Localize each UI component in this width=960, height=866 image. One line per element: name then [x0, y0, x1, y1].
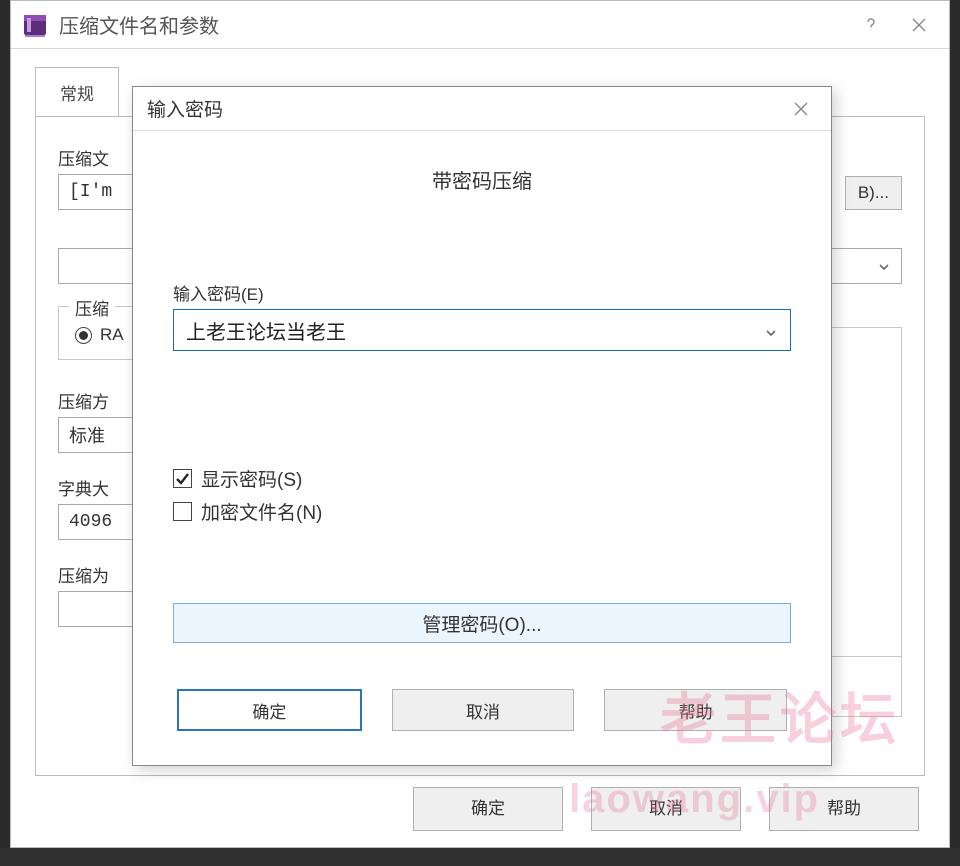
- close-icon[interactable]: [895, 5, 943, 45]
- help-icon[interactable]: [847, 5, 895, 45]
- parent-ok-button[interactable]: 确定: [413, 787, 563, 831]
- password-help-button[interactable]: 帮助: [604, 689, 787, 731]
- encrypt-names-label: 加密文件名(N): [201, 498, 322, 525]
- password-titlebar: 输入密码: [133, 87, 831, 131]
- parent-cancel-button[interactable]: 取消: [591, 787, 741, 831]
- tab-general[interactable]: 常规: [35, 67, 119, 117]
- format-rar-label: RA: [100, 325, 124, 345]
- checkbox-icon: [173, 502, 192, 521]
- password-value: 上老王论坛当老王: [186, 316, 764, 345]
- dialog-title: 压缩文件名和参数: [59, 10, 847, 39]
- radio-icon: [75, 327, 92, 344]
- close-icon[interactable]: [777, 89, 825, 129]
- archive-name-value: [I'm: [69, 182, 112, 202]
- chevron-down-icon: [877, 259, 891, 273]
- password-cancel-button[interactable]: 取消: [392, 689, 575, 731]
- password-ok-button[interactable]: 确定: [177, 689, 362, 731]
- dict-value: 4096: [69, 512, 112, 532]
- checkbox-icon: [173, 469, 192, 488]
- password-input[interactable]: 上老王论坛当老王: [173, 309, 791, 351]
- password-dialog: 输入密码 带密码压缩 输入密码(E) 上老王论坛当老王 显示密码(S) 加密文件…: [132, 86, 832, 766]
- show-password-checkbox[interactable]: 显示密码(S): [173, 465, 791, 492]
- format-group-label: 压缩: [69, 295, 115, 320]
- method-value: 标准: [69, 422, 105, 448]
- password-title: 输入密码: [147, 95, 777, 122]
- browse-button[interactable]: B)...: [845, 176, 902, 210]
- chevron-down-icon: [764, 323, 778, 337]
- show-password-label: 显示密码(S): [201, 465, 302, 492]
- winrar-icon: [21, 11, 49, 39]
- parent-help-button[interactable]: 帮助: [769, 787, 919, 831]
- password-heading: 带密码压缩: [151, 165, 813, 194]
- encrypt-names-checkbox[interactable]: 加密文件名(N): [173, 498, 791, 525]
- titlebar: 压缩文件名和参数: [11, 1, 949, 49]
- manage-passwords-button[interactable]: 管理密码(O)...: [173, 603, 791, 643]
- password-label: 输入密码(E): [173, 280, 791, 305]
